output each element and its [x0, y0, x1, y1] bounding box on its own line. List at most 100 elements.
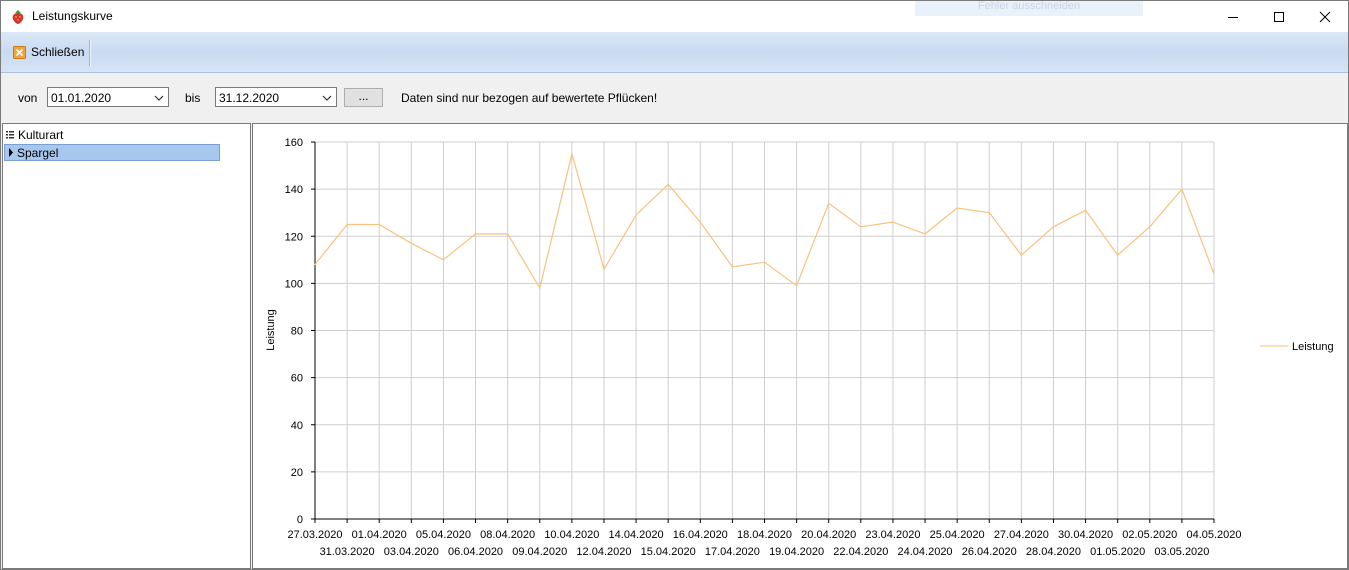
x-tick-label: 20.04.2020 [801, 529, 856, 541]
to-date-picker[interactable]: 31.12.2020 [215, 87, 337, 107]
x-tick-label: 03.04.2020 [384, 546, 439, 558]
data-point [410, 242, 412, 244]
y-tick-label: 100 [285, 278, 303, 290]
data-point [667, 183, 669, 186]
from-date-value: 01.01.2020 [51, 91, 112, 105]
close-button-label: Schließen [31, 45, 85, 59]
data-point [892, 221, 894, 223]
filter-note: Daten sind nur bezogen auf bewertete Pfl… [401, 91, 658, 105]
data-point [699, 221, 701, 223]
toolbar-separator [89, 40, 90, 66]
tree-item-spargel[interactable]: Spargel [4, 144, 220, 161]
x-tick-label: 12.04.2020 [576, 546, 631, 558]
x-tick-label: 10.04.2020 [544, 529, 599, 541]
y-tick-label: 120 [285, 231, 303, 243]
x-tick-label: 26.04.2020 [962, 546, 1017, 558]
x-tick-label: 23.04.2020 [865, 529, 920, 541]
row-indicator-icon [9, 148, 13, 157]
close-x-icon [13, 45, 26, 59]
tree-header: Kulturart [6, 127, 63, 143]
y-tick-label: 0 [297, 514, 303, 526]
chevron-down-icon [154, 95, 164, 101]
x-tick-label: 02.05.2020 [1122, 529, 1177, 541]
data-point [314, 263, 316, 266]
x-tick-label: 09.04.2020 [512, 546, 567, 558]
x-tick-label: 22.04.2020 [833, 546, 888, 558]
x-tick-label: 04.05.2020 [1186, 529, 1241, 541]
data-point [378, 223, 380, 226]
minimize-button[interactable] [1210, 1, 1256, 32]
window: Leistungskurve Fehler ausschneiden Schli… [0, 0, 1349, 570]
list-icon [6, 131, 14, 139]
y-tick-label: 160 [285, 137, 303, 149]
more-button[interactable]: ... [344, 88, 383, 107]
x-tick-label: 27.04.2020 [994, 529, 1049, 541]
x-tick-label: 18.04.2020 [737, 529, 792, 541]
from-label: von [18, 91, 38, 105]
x-tick-label: 25.04.2020 [930, 529, 985, 541]
data-point [507, 233, 509, 235]
data-point [763, 261, 766, 263]
y-tick-label: 20 [291, 467, 303, 479]
legend: Leistung [1260, 341, 1334, 353]
x-tick-label: 05.04.2020 [416, 529, 471, 541]
data-point [442, 259, 445, 261]
data-point [474, 233, 477, 235]
y-tick-label: 80 [291, 326, 303, 338]
y-tick-label: 60 [291, 373, 303, 385]
data-point [1020, 254, 1022, 256]
title-bar[interactable]: Leistungskurve Fehler ausschneiden [1, 1, 1348, 32]
toolbar: Schließen [1, 32, 1348, 73]
data-point [1149, 226, 1151, 228]
tree-item-label: Spargel [17, 146, 59, 160]
y-tick-label: 40 [291, 420, 303, 432]
x-tick-label: 14.04.2020 [609, 529, 664, 541]
performance-chart: 0 20 40 60 80 100 120 140 160 27.03.2020 31.03.20… [265, 137, 1334, 558]
x-tick-label: 16.04.2020 [673, 529, 728, 541]
data-point [796, 285, 798, 287]
chevron-down-icon [322, 95, 332, 101]
chart-panel: 0 20 40 60 80 100 120 140 160 27.03.2020 31.03.20… [252, 123, 1348, 569]
data-point [1084, 209, 1087, 211]
maximize-button[interactable] [1256, 1, 1302, 32]
x-tick-label: 27.03.2020 [287, 529, 342, 541]
x-tick-label: 31.03.2020 [320, 546, 375, 558]
data-point [539, 287, 541, 289]
x-tick-label: 17.04.2020 [705, 546, 760, 558]
x-tick-label: 28.04.2020 [1026, 546, 1081, 558]
data-point [988, 212, 990, 214]
x-tick-label: 19.04.2020 [769, 546, 824, 558]
x-tick-label: 06.04.2020 [448, 546, 503, 558]
close-icon [1319, 11, 1331, 22]
minimize-icon [1228, 16, 1238, 18]
data-point [603, 268, 605, 270]
y-axis-ticks: 0 20 40 60 80 100 120 140 160 [285, 137, 315, 526]
data-point [731, 266, 733, 268]
data-point [1181, 188, 1183, 190]
chart-grid [314, 141, 1215, 520]
close-window-button[interactable] [1302, 1, 1348, 32]
data-point [828, 202, 830, 204]
close-button[interactable]: Schließen [9, 41, 88, 63]
x-tick-label: 08.04.2020 [480, 529, 535, 541]
data-point [571, 153, 573, 155]
from-date-picker[interactable]: 01.01.2020 [47, 87, 169, 107]
data-point [860, 226, 862, 228]
tree-header-label: Kulturart [18, 128, 64, 142]
strawberry-icon [12, 10, 24, 24]
window-title: Leistungskurve [32, 9, 113, 23]
data-point [635, 214, 637, 216]
culture-tree: Kulturart Spargel [2, 123, 251, 569]
y-axis-label: Leistung [265, 309, 277, 351]
data-point [924, 233, 926, 235]
x-tick-label: 03.05.2020 [1154, 546, 1209, 558]
data-point [956, 207, 958, 209]
x-tick-label: 30.04.2020 [1058, 529, 1113, 541]
x-tick-label: 24.04.2020 [898, 546, 953, 558]
background-text: Fehler ausschneiden [915, 1, 1143, 16]
x-tick-label: 15.04.2020 [641, 546, 696, 558]
to-date-value: 31.12.2020 [219, 91, 280, 105]
data-point [1052, 226, 1055, 228]
y-tick-label: 140 [285, 184, 303, 196]
data-point [346, 223, 348, 226]
